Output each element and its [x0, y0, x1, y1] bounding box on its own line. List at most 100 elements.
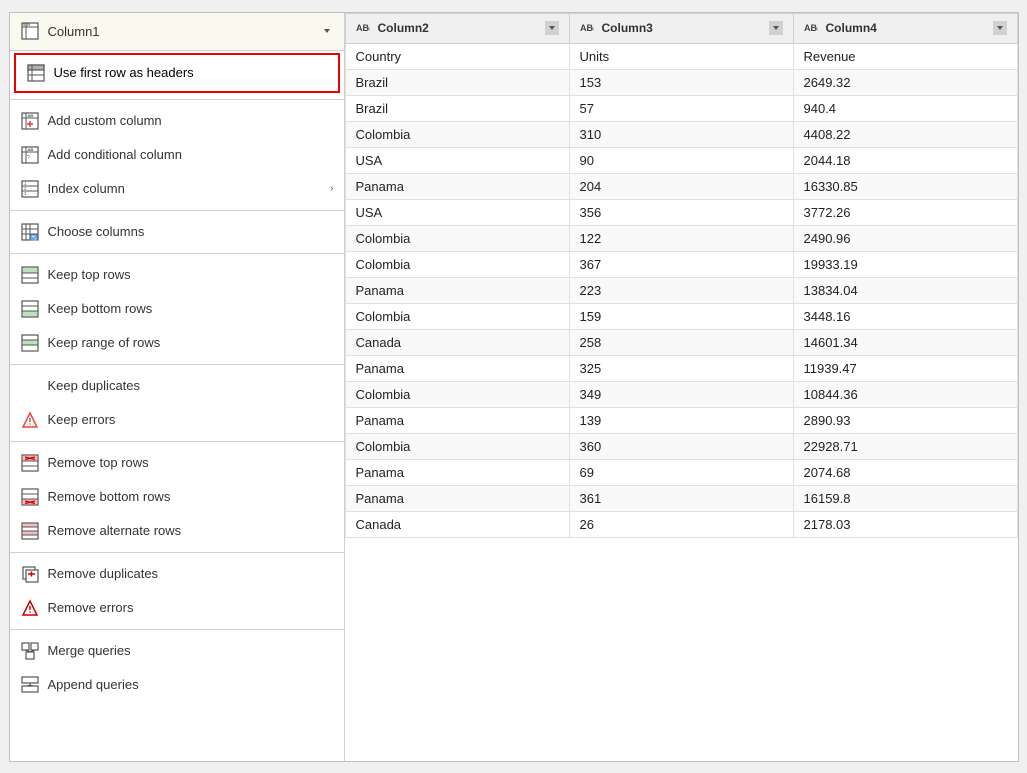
cell-col3-row14: 139 [569, 407, 793, 433]
separator-5 [10, 441, 344, 442]
cell-col4-row17: 16159.8 [793, 485, 1017, 511]
cell-col4-row1: 2649.32 [793, 69, 1017, 95]
table-row: Colombia1593448.16 [345, 303, 1017, 329]
remove-duplicates-label: Remove duplicates [48, 566, 334, 581]
remove-duplicates-item[interactable]: Remove duplicates [10, 557, 344, 591]
table-row: USA3563772.26 [345, 199, 1017, 225]
table-row: CountryUnitsRevenue [345, 43, 1017, 69]
main-container: A BC Column1 Use first row as header [9, 12, 1019, 762]
use-first-row-menu-item[interactable]: Use first row as headers [14, 53, 340, 93]
add-conditional-column-label: Add conditional column [48, 147, 334, 162]
cell-col4-row3: 4408.22 [793, 121, 1017, 147]
cell-col3-row3: 310 [569, 121, 793, 147]
col3-dropdown-btn[interactable] [769, 21, 783, 35]
cell-col3-row18: 26 [569, 511, 793, 537]
remove-alternate-rows-item[interactable]: Remove alternate rows [10, 514, 344, 548]
table-row: Colombia36719933.19 [345, 251, 1017, 277]
cell-col4-row13: 10844.36 [793, 381, 1017, 407]
cell-col3-row10: 159 [569, 303, 793, 329]
left-menu: A BC Column1 Use first row as header [10, 13, 345, 761]
keep-range-of-rows-item[interactable]: Keep range of rows [10, 326, 344, 360]
index-column-item[interactable]: 1 2 3 Index column › [10, 172, 344, 206]
remove-duplicates-icon [20, 564, 40, 584]
table-row: Colombia34910844.36 [345, 381, 1017, 407]
column1-dropdown-arrow[interactable] [320, 24, 334, 38]
keep-duplicates-item[interactable]: Keep duplicates [10, 369, 344, 403]
merge-queries-item[interactable]: Merge queries [10, 634, 344, 668]
svg-text:AB: AB [27, 113, 33, 118]
choose-columns-icon [20, 222, 40, 242]
col4-header-label: Column4 [826, 21, 877, 35]
svg-text:AB: AB [27, 147, 33, 152]
keep-errors-icon [20, 410, 40, 430]
cell-col2-row17: Panama [345, 485, 569, 511]
use-first-row-label: Use first row as headers [54, 65, 328, 80]
cell-col3-row6: 356 [569, 199, 793, 225]
index-column-icon: 1 2 3 [20, 179, 40, 199]
remove-errors-label: Remove errors [48, 600, 334, 615]
remove-top-rows-item[interactable]: Remove top rows [10, 446, 344, 480]
svg-text:?: ? [27, 155, 30, 161]
cell-col4-row11: 14601.34 [793, 329, 1017, 355]
remove-errors-item[interactable]: Remove errors [10, 591, 344, 625]
table-row: Brazil1532649.32 [345, 69, 1017, 95]
cell-col3-row4: 90 [569, 147, 793, 173]
data-table-panel: ABC Column2 ABC [345, 13, 1018, 761]
col3-type-icon: ABC [580, 20, 596, 37]
add-conditional-column-item[interactable]: AB ? Add conditional column [10, 138, 344, 172]
separator-7 [10, 629, 344, 630]
append-queries-icon [20, 675, 40, 695]
use-first-row-icon [26, 63, 46, 83]
append-queries-label: Append queries [48, 677, 334, 692]
table-row: Canada262178.03 [345, 511, 1017, 537]
cell-col2-row3: Colombia [345, 121, 569, 147]
cell-col2-row1: Brazil [345, 69, 569, 95]
col2-dropdown-btn[interactable] [545, 21, 559, 35]
svg-text:C: C [367, 26, 370, 31]
col3-header-label: Column3 [602, 21, 653, 35]
keep-duplicates-label: Keep duplicates [48, 378, 334, 393]
col4-dropdown-btn[interactable] [993, 21, 1007, 35]
cell-col2-row10: Colombia [345, 303, 569, 329]
column1-label: Column1 [48, 24, 100, 39]
merge-queries-icon [20, 641, 40, 661]
index-column-arrow: › [330, 183, 333, 194]
cell-col3-row1: 153 [569, 69, 793, 95]
svg-text:C: C [815, 26, 818, 31]
col2-header-label: Column2 [378, 21, 429, 35]
choose-columns-item[interactable]: Choose columns [10, 215, 344, 249]
cell-col3-row16: 69 [569, 459, 793, 485]
keep-errors-label: Keep errors [48, 412, 334, 427]
cell-col2-row18: Canada [345, 511, 569, 537]
separator-3 [10, 253, 344, 254]
cell-col3-row9: 223 [569, 277, 793, 303]
cell-col4-row10: 3448.16 [793, 303, 1017, 329]
col4-header[interactable]: ABC Column4 [793, 13, 1017, 43]
cell-col3-row17: 361 [569, 485, 793, 511]
cell-col2-row6: USA [345, 199, 569, 225]
cell-col4-row2: 940.4 [793, 95, 1017, 121]
remove-bottom-rows-item[interactable]: Remove bottom rows [10, 480, 344, 514]
keep-errors-item[interactable]: Keep errors [10, 403, 344, 437]
keep-top-rows-item[interactable]: Keep top rows [10, 258, 344, 292]
column1-icon: A BC [20, 21, 40, 41]
cell-col2-row5: Panama [345, 173, 569, 199]
cell-col4-row5: 16330.85 [793, 173, 1017, 199]
cell-col4-row6: 3772.26 [793, 199, 1017, 225]
col4-type-icon: ABC [804, 20, 820, 37]
remove-bottom-rows-icon [20, 487, 40, 507]
separator-2 [10, 210, 344, 211]
add-custom-column-item[interactable]: AB Add custom column [10, 104, 344, 138]
merge-queries-label: Merge queries [48, 643, 334, 658]
col2-header[interactable]: ABC Column2 [345, 13, 569, 43]
keep-bottom-rows-item[interactable]: Keep bottom rows [10, 292, 344, 326]
cell-col4-row12: 11939.47 [793, 355, 1017, 381]
remove-alternate-rows-label: Remove alternate rows [48, 523, 334, 538]
remove-top-rows-label: Remove top rows [48, 455, 334, 470]
append-queries-item[interactable]: Append queries [10, 668, 344, 702]
cell-col4-row0: Revenue [793, 43, 1017, 69]
col3-header[interactable]: ABC Column3 [569, 13, 793, 43]
remove-errors-icon [20, 598, 40, 618]
cell-col3-row0: Units [569, 43, 793, 69]
column1-header[interactable]: A BC Column1 [10, 13, 344, 51]
